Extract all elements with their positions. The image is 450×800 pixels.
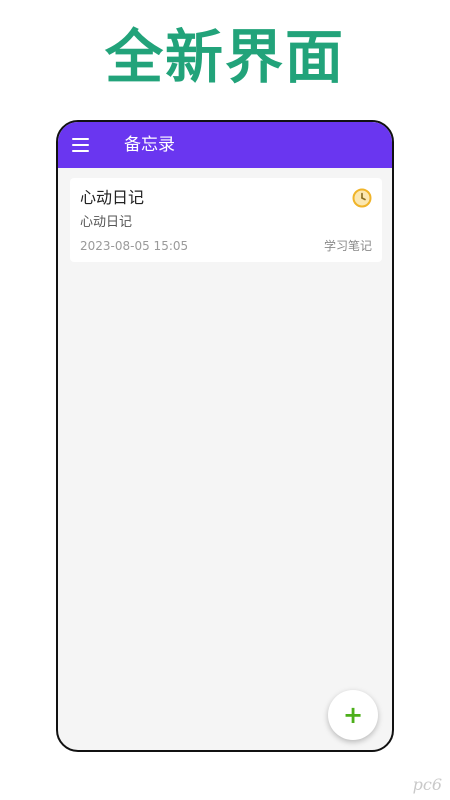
app-bar: 备忘录 [58,122,392,168]
watermark-logo: pc6 [412,775,442,794]
phone-frame: 备忘录 心动日记 心动日记 2023-08-05 15:05 学习笔记 + [56,120,394,752]
note-date: 2023-08-05 15:05 [80,239,189,253]
promo-headline: 全新界面 [104,23,345,91]
note-card[interactable]: 心动日记 心动日记 2023-08-05 15:05 学习笔记 [70,178,382,262]
add-note-button[interactable]: + [328,690,378,740]
hamburger-menu-icon[interactable] [72,134,94,156]
note-category: 学习笔记 [323,239,372,253]
note-title: 心动日记 [80,188,145,207]
clock-icon[interactable] [352,188,372,208]
app-title: 备忘录 [124,135,175,155]
plus-icon: + [342,701,364,729]
note-content: 心动日记 [80,215,133,230]
